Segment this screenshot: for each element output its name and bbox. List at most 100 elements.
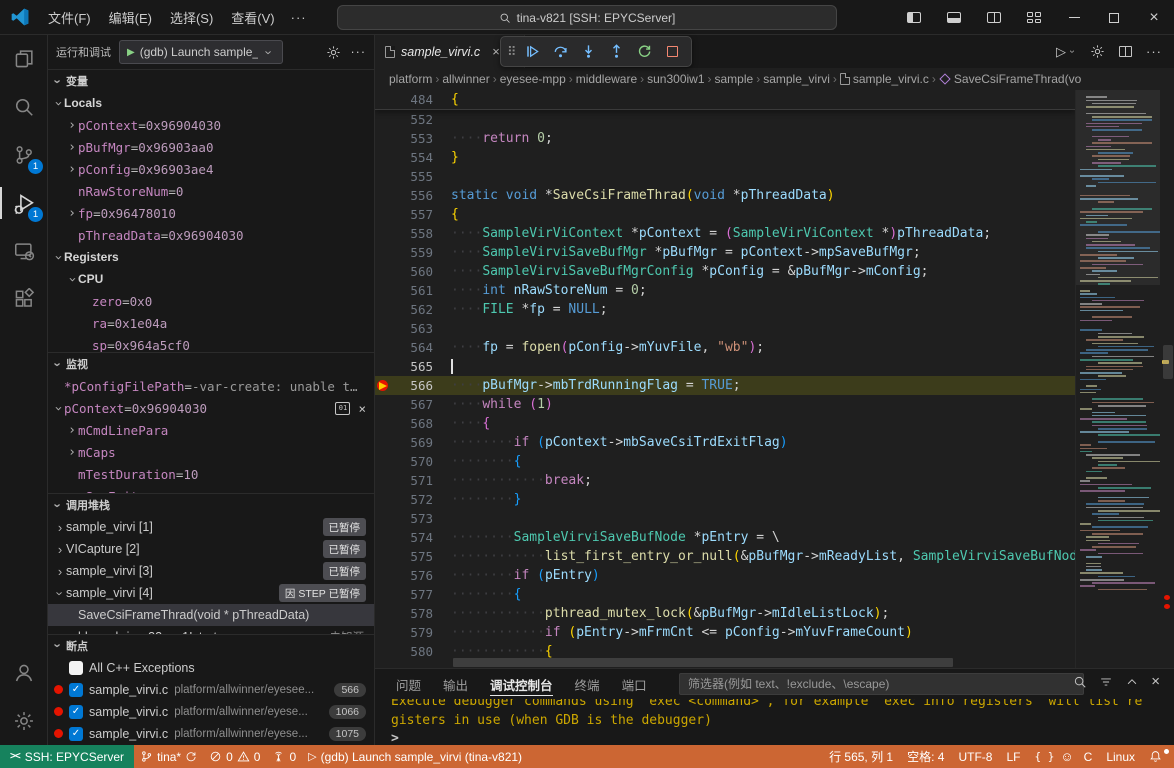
watch-row[interactable]: ›mCmdLinePara — [48, 419, 374, 441]
restart-button[interactable] — [633, 40, 657, 64]
code-line[interactable]: 563 — [375, 319, 1075, 338]
maximize-button[interactable] — [1094, 0, 1134, 35]
callstack-row[interactable]: SaveCsiFrameThrad(void * pThreadData) — [48, 604, 374, 626]
breakpoint-checkbox[interactable]: ✓ — [69, 727, 83, 741]
gutter[interactable] — [375, 281, 393, 300]
gutter[interactable] — [375, 186, 393, 205]
breadcrumb-item[interactable]: platform — [389, 72, 432, 86]
console-prompt[interactable]: > — [391, 730, 1174, 745]
chevron-icon[interactable]: › — [66, 140, 78, 155]
debug-session-indicator[interactable]: ▷ (gdb) Launch sample_virvi (tina-v821) — [302, 750, 528, 764]
gutter[interactable] — [375, 585, 393, 604]
variable-row[interactable]: ›pConfig = 0x96903ae4 — [48, 158, 374, 180]
indentation[interactable]: 空格: 4 — [901, 748, 950, 765]
code-line[interactable]: 559····SampleVirviSaveBufMgr *pBufMgr = … — [375, 243, 1075, 262]
gear-icon[interactable] — [1090, 44, 1105, 59]
split-editor-icon[interactable] — [1119, 46, 1132, 57]
chevron-icon[interactable]: › — [51, 97, 66, 109]
chevron-icon[interactable]: › — [65, 273, 80, 285]
sticky-line[interactable]: 484{ — [375, 90, 1075, 109]
sidebar-item-remote-explorer[interactable] — [0, 227, 48, 275]
breakpoint-row[interactable]: ✓sample_virvi.cplatform/allwinner/eyese.… — [48, 723, 374, 745]
gutter[interactable] — [375, 300, 393, 319]
code-line[interactable]: 558····SampleVirViContext *pContext = (S… — [375, 224, 1075, 243]
callstack-row[interactable]: ›sample_virvi [1]已暂停 — [48, 516, 374, 538]
cursor-position[interactable]: 行 565, 列 1 — [823, 748, 899, 765]
code-line[interactable]: 560····SampleVirviSaveBufMgrConfig *pCon… — [375, 262, 1075, 281]
settings-button[interactable] — [0, 697, 48, 745]
variables-header[interactable]: › 变量 — [48, 70, 374, 92]
breadcrumb-item[interactable]: SaveCsiFrameThrad(vo — [954, 72, 1081, 86]
chevron-icon[interactable]: › — [54, 542, 66, 557]
close-panel-icon[interactable]: × — [1151, 673, 1160, 690]
callstack-row[interactable]: ›sample_virvi [4]因 STEP 已暂停 — [48, 582, 374, 604]
continue-button[interactable] — [521, 40, 545, 64]
panel-tab-item[interactable]: 终端 — [566, 669, 609, 699]
more-actions-icon[interactable]: ··· — [1146, 44, 1162, 59]
gutter[interactable] — [375, 642, 393, 661]
braces-icon[interactable]: { } — [1028, 750, 1056, 763]
drag-grip-icon[interactable]: ⠿ — [507, 44, 517, 60]
breadcrumb-item[interactable]: sample_virvi — [763, 72, 830, 86]
step-over-button[interactable] — [549, 40, 573, 64]
chevron-up-icon[interactable] — [1125, 675, 1139, 689]
sticky-scroll-line[interactable]: 484{ — [375, 90, 1075, 110]
launch-config-dropdown[interactable]: ▶ (gdb) Launch sample_v › — [119, 40, 283, 64]
chevron-icon[interactable]: › — [66, 445, 78, 460]
code-line[interactable]: 572········} — [375, 490, 1075, 509]
gutter[interactable] — [375, 566, 393, 585]
console-filter-input[interactable] — [679, 673, 1084, 695]
gutter[interactable] — [375, 148, 393, 167]
code-area[interactable]: 484{ 552553····return 0;554}555556static… — [375, 90, 1075, 668]
code-line[interactable]: 553····return 0; — [375, 129, 1075, 148]
chevron-icon[interactable]: › — [51, 402, 66, 414]
minimize-button[interactable] — [1054, 0, 1094, 35]
watch-row[interactable]: ›mCaps — [48, 441, 374, 463]
code-line[interactable]: 561····int nRawStoreNum = 0; — [375, 281, 1075, 300]
variable-row[interactable]: ›pBufMgr = 0x96903aa0 — [48, 136, 374, 158]
close-button[interactable]: × — [1134, 0, 1174, 35]
smiley-feedback-icon[interactable]: ☺ — [1058, 749, 1075, 764]
variable-row[interactable]: ›pThreadData = 0x96904030 — [48, 224, 374, 246]
watch-row[interactable]: ›mSemExit — [48, 485, 374, 493]
code-line[interactable]: 575············list_first_entry_or_null(… — [375, 547, 1075, 566]
code-line[interactable]: 578············pthread_mutex_lock(&pBufM… — [375, 604, 1075, 623]
close-tab-icon[interactable]: × — [492, 44, 500, 59]
gutter[interactable] — [375, 490, 393, 509]
encoding[interactable]: UTF-8 — [952, 750, 998, 764]
remote-indicator[interactable]: >< SSH: EPYCServer — [0, 745, 134, 768]
horizontal-scrollbar[interactable] — [453, 658, 953, 667]
gutter[interactable] — [375, 90, 393, 109]
gutter[interactable] — [375, 357, 393, 376]
gutter[interactable] — [375, 376, 393, 395]
eol-sequence[interactable]: LF — [1000, 750, 1026, 764]
language-mode[interactable]: C — [1078, 750, 1099, 764]
gutter[interactable] — [375, 509, 393, 528]
code-line[interactable]: 562····FILE *fp = NULL; — [375, 300, 1075, 319]
menu-item[interactable]: 编辑(E) — [101, 4, 160, 31]
code-line[interactable]: 568····{ — [375, 414, 1075, 433]
chevron-icon[interactable]: › — [53, 587, 68, 599]
callstack-row[interactable]: ld-musl-riscv32.so.1!start未知源 — [48, 626, 374, 634]
chevron-icon[interactable]: › — [54, 520, 66, 535]
panel-tab-item[interactable]: 问题 — [387, 669, 430, 699]
menu-item[interactable]: 查看(V) — [223, 4, 282, 31]
callstack-header[interactable]: › 调用堆栈 — [48, 494, 374, 516]
code-line[interactable]: 564····fp = fopen(pConfig->mYuvFile, "wb… — [375, 338, 1075, 357]
vertical-scrollbar[interactable] — [1163, 345, 1173, 379]
watch-header[interactable]: › 监视 — [48, 353, 374, 375]
step-into-button[interactable] — [577, 40, 601, 64]
layout-custom-icon[interactable] — [1014, 0, 1054, 35]
start-debug-icon[interactable]: ▶ — [127, 47, 135, 58]
code-line[interactable]: 573 — [375, 509, 1075, 528]
variable-row[interactable]: ›CPU — [48, 268, 374, 290]
watch-row[interactable]: ›pContext = 0x9690403001× — [48, 397, 374, 419]
variable-row[interactable]: ›nRawStoreNum = 0 — [48, 180, 374, 202]
gutter[interactable] — [375, 167, 393, 186]
chevron-icon[interactable]: › — [66, 423, 78, 438]
variable-row[interactable]: ›zero = 0x0 — [48, 290, 374, 312]
run-or-debug-button[interactable]: ▷› — [1056, 44, 1076, 60]
layout-split-icon[interactable] — [974, 0, 1014, 35]
gutter[interactable] — [375, 452, 393, 471]
gutter[interactable] — [375, 471, 393, 490]
